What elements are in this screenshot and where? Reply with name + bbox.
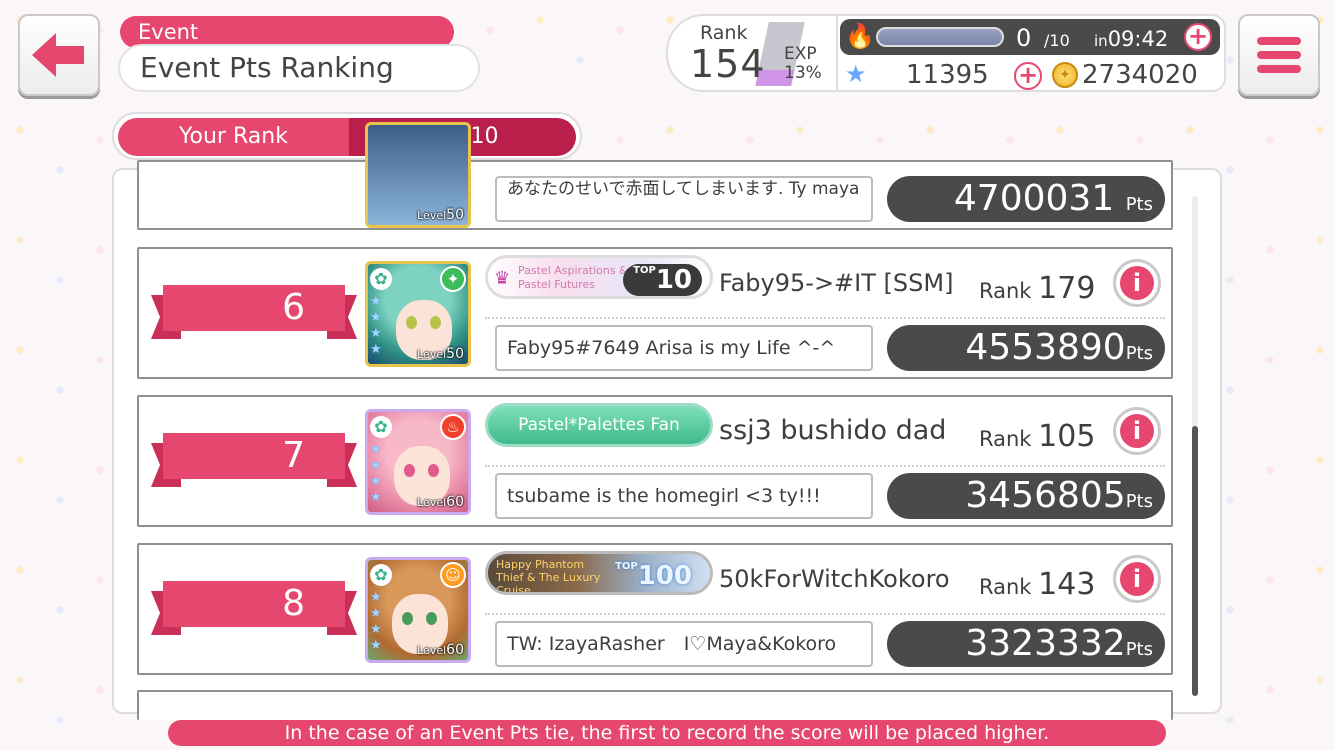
star-gem-icon: ★ xyxy=(845,60,867,88)
ranking-row: 7 ✿ ★ ★ ★ ★ ♨ Level60 Pastel*Palettes Fan s… xyxy=(137,395,1173,527)
plus-icon: + xyxy=(1017,61,1039,89)
player-comment: あなたのせいで赤面してしまいます. Ty maya xyxy=(495,176,873,222)
top-rank-badge: TOP100 xyxy=(615,561,692,591)
player-comment: Faby95#7649 Arisa is my Life ^-^ xyxy=(495,325,873,371)
flame-icon: 🔥 xyxy=(845,22,875,50)
scrollbar-thumb[interactable] xyxy=(1192,426,1198,696)
player-rank: Rank 105 xyxy=(979,419,1096,454)
add-energy-button[interactable]: + xyxy=(1184,23,1212,51)
player-name: 50kForWitchKokoro xyxy=(719,565,950,593)
title-badge[interactable]: Pastel*Palettes Fan xyxy=(485,403,713,447)
top-rank-badge: TOP10 xyxy=(623,264,702,296)
title-badge[interactable]: ♛ Pastel Aspirations & Pastel Futures TO… xyxy=(485,255,713,299)
rank-ribbon: 7 xyxy=(151,433,357,487)
add-stars-button[interactable]: + xyxy=(1014,62,1042,90)
row-divider xyxy=(485,465,1165,467)
ranking-row-partial xyxy=(137,690,1173,720)
back-arrow-icon xyxy=(32,33,84,77)
rank-ribbon: 6 xyxy=(151,285,357,339)
player-comment: tsubame is the homegirl <3 ty!!! xyxy=(495,473,873,519)
card-level: Level50 xyxy=(417,207,464,223)
rank-label: Rank xyxy=(700,22,748,44)
event-points: 3323332Pts xyxy=(887,621,1165,667)
ranking-row: 6 ✿ ★ ★ ★ ★ ✦ Level50 ♛ Pastel Aspirations … xyxy=(137,247,1173,379)
stars-count: 11395 xyxy=(906,60,989,90)
exp-percent: 13% xyxy=(784,63,822,83)
exp-label: EXP xyxy=(784,44,817,64)
info-icon: i xyxy=(1120,266,1154,300)
energy-current: 0 xyxy=(1016,24,1032,52)
member-card[interactable]: Level50 xyxy=(365,122,471,228)
energy-timer-value: 09:42 xyxy=(1107,27,1169,51)
menu-button[interactable] xyxy=(1238,14,1320,96)
member-card[interactable]: ✿ ★ ★ ★ ★ ♨ Level60 xyxy=(365,409,471,515)
info-icon: i xyxy=(1120,562,1154,596)
member-card[interactable]: ✿ ★ ★ ★ ★ ✦ Level50 xyxy=(365,261,471,367)
row-divider xyxy=(485,317,1165,319)
info-icon: i xyxy=(1120,414,1154,448)
rank-ribbon: 8 xyxy=(151,581,357,635)
energy-timer: in09:42 xyxy=(1094,27,1168,51)
player-rank: Rank 143 xyxy=(979,567,1096,602)
player-rank: Rank 179 xyxy=(979,271,1096,306)
title-badge[interactable]: Happy Phantom Thief & The Luxury Cruise … xyxy=(485,551,713,595)
row-divider xyxy=(485,613,1165,615)
ranking-tabs: Your Rank Top 10 xyxy=(112,112,582,160)
player-info-button[interactable]: i xyxy=(1113,407,1161,455)
band-icon: ✿ xyxy=(370,564,392,586)
rarity-stars: ★ ★ ★ ★ xyxy=(370,590,382,653)
event-points: 3456805Pts xyxy=(887,473,1165,519)
energy-timer-prefix: in xyxy=(1094,32,1108,50)
band-icon: ✿ xyxy=(370,268,392,290)
powerful-attribute-icon: ♨ xyxy=(440,414,466,440)
energy-max: /10 xyxy=(1044,31,1070,50)
ranking-row: 8 ✿ ★ ★ ★ ★ ☺ Level60 Happy Phantom Thief &… xyxy=(137,543,1173,675)
rarity-stars: ★ ★ ★ ★ xyxy=(370,294,382,357)
plus-icon: + xyxy=(1187,22,1209,50)
hamburger-icon xyxy=(1257,31,1301,79)
event-points: 4700031 Pts xyxy=(887,176,1165,222)
tie-break-note: In the case of an Event Pts tie, the fir… xyxy=(168,720,1166,746)
page-title: Event Pts Ranking xyxy=(118,44,480,92)
rarity-stars: ★ ★ ★ ★ xyxy=(370,442,382,505)
band-icon: ✿ xyxy=(370,416,392,438)
card-level: Level50 xyxy=(417,346,464,362)
back-button[interactable] xyxy=(18,14,100,96)
card-level: Level60 xyxy=(417,642,464,658)
player-name: ssj3 bushido dad xyxy=(719,415,947,446)
happy-attribute-icon: ☺ xyxy=(440,562,466,588)
pure-attribute-icon: ✦ xyxy=(440,266,466,292)
coin-icon: ✦ xyxy=(1052,62,1078,88)
rank-value: 154 xyxy=(690,42,766,86)
player-comment: TW: IzayaRasher I♡Maya&Kokoro xyxy=(495,621,873,667)
player-name: Faby95->#IT [SSM] xyxy=(719,269,954,297)
player-info-button[interactable]: i xyxy=(1113,259,1161,307)
coins-count: 2734020 xyxy=(1082,60,1198,90)
player-info-button[interactable]: i xyxy=(1113,555,1161,603)
member-card[interactable]: ✿ ★ ★ ★ ★ ☺ Level60 xyxy=(365,557,471,663)
event-points: 4553890Pts xyxy=(887,325,1165,371)
crown-icon: ♛ xyxy=(494,268,511,289)
ranking-row-partial: Level50 あなたのせいで赤面してしまいます. Ty maya 470003… xyxy=(137,122,1173,230)
tab-your-rank[interactable]: Your Rank xyxy=(118,118,349,156)
energy-gauge xyxy=(876,27,1004,47)
card-level: Level60 xyxy=(417,494,464,510)
